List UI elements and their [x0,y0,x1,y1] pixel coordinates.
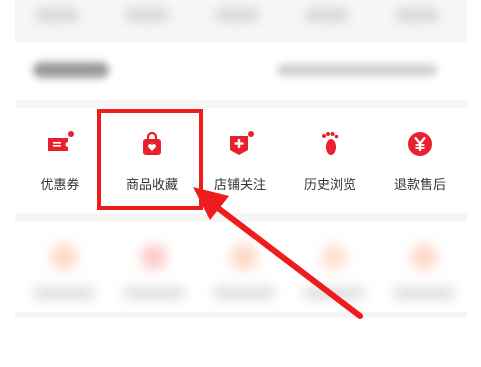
section-header[interactable] [15,42,467,100]
tool-refund-after-sales[interactable]: 退款售后 [375,108,465,213]
blurred-item[interactable] [293,238,373,308]
tool-coupons[interactable]: 优惠券 [15,108,105,213]
blurred-item [215,8,259,22]
blurred-item [35,8,79,22]
blurred-item[interactable] [113,238,193,308]
blurred-bottom-row [15,222,467,312]
blurred-item[interactable] [203,238,283,308]
footprint-icon [316,130,344,158]
tool-label: 店铺关注 [213,178,266,193]
shop-plus-icon [226,130,254,158]
yen-circle-icon [406,130,434,158]
tool-browsing-history[interactable]: 历史浏览 [285,108,375,213]
tool-label: 优惠券 [40,178,80,193]
ticket-icon [46,130,74,158]
blurred-top-row [15,0,467,32]
blurred-item[interactable] [383,238,463,308]
screenshot-page: 优惠券 商品收藏 店铺关注 历史浏览 退款售后 [0,0,481,367]
blurred-item [125,8,169,22]
blurred-item[interactable] [23,238,103,308]
tools-row: 优惠券 商品收藏 店铺关注 历史浏览 退款售后 [15,108,467,213]
annotation-highlight-box [97,109,203,210]
blurred-item [305,8,349,22]
tool-label: 退款售后 [393,178,446,193]
blurred-item [395,8,439,22]
page-bottom-area [0,318,481,367]
tool-label: 历史浏览 [303,178,356,193]
section-title-blurred [33,62,109,78]
section-more-link-blurred[interactable] [277,64,437,76]
tool-followed-shops[interactable]: 店铺关注 [195,108,285,213]
